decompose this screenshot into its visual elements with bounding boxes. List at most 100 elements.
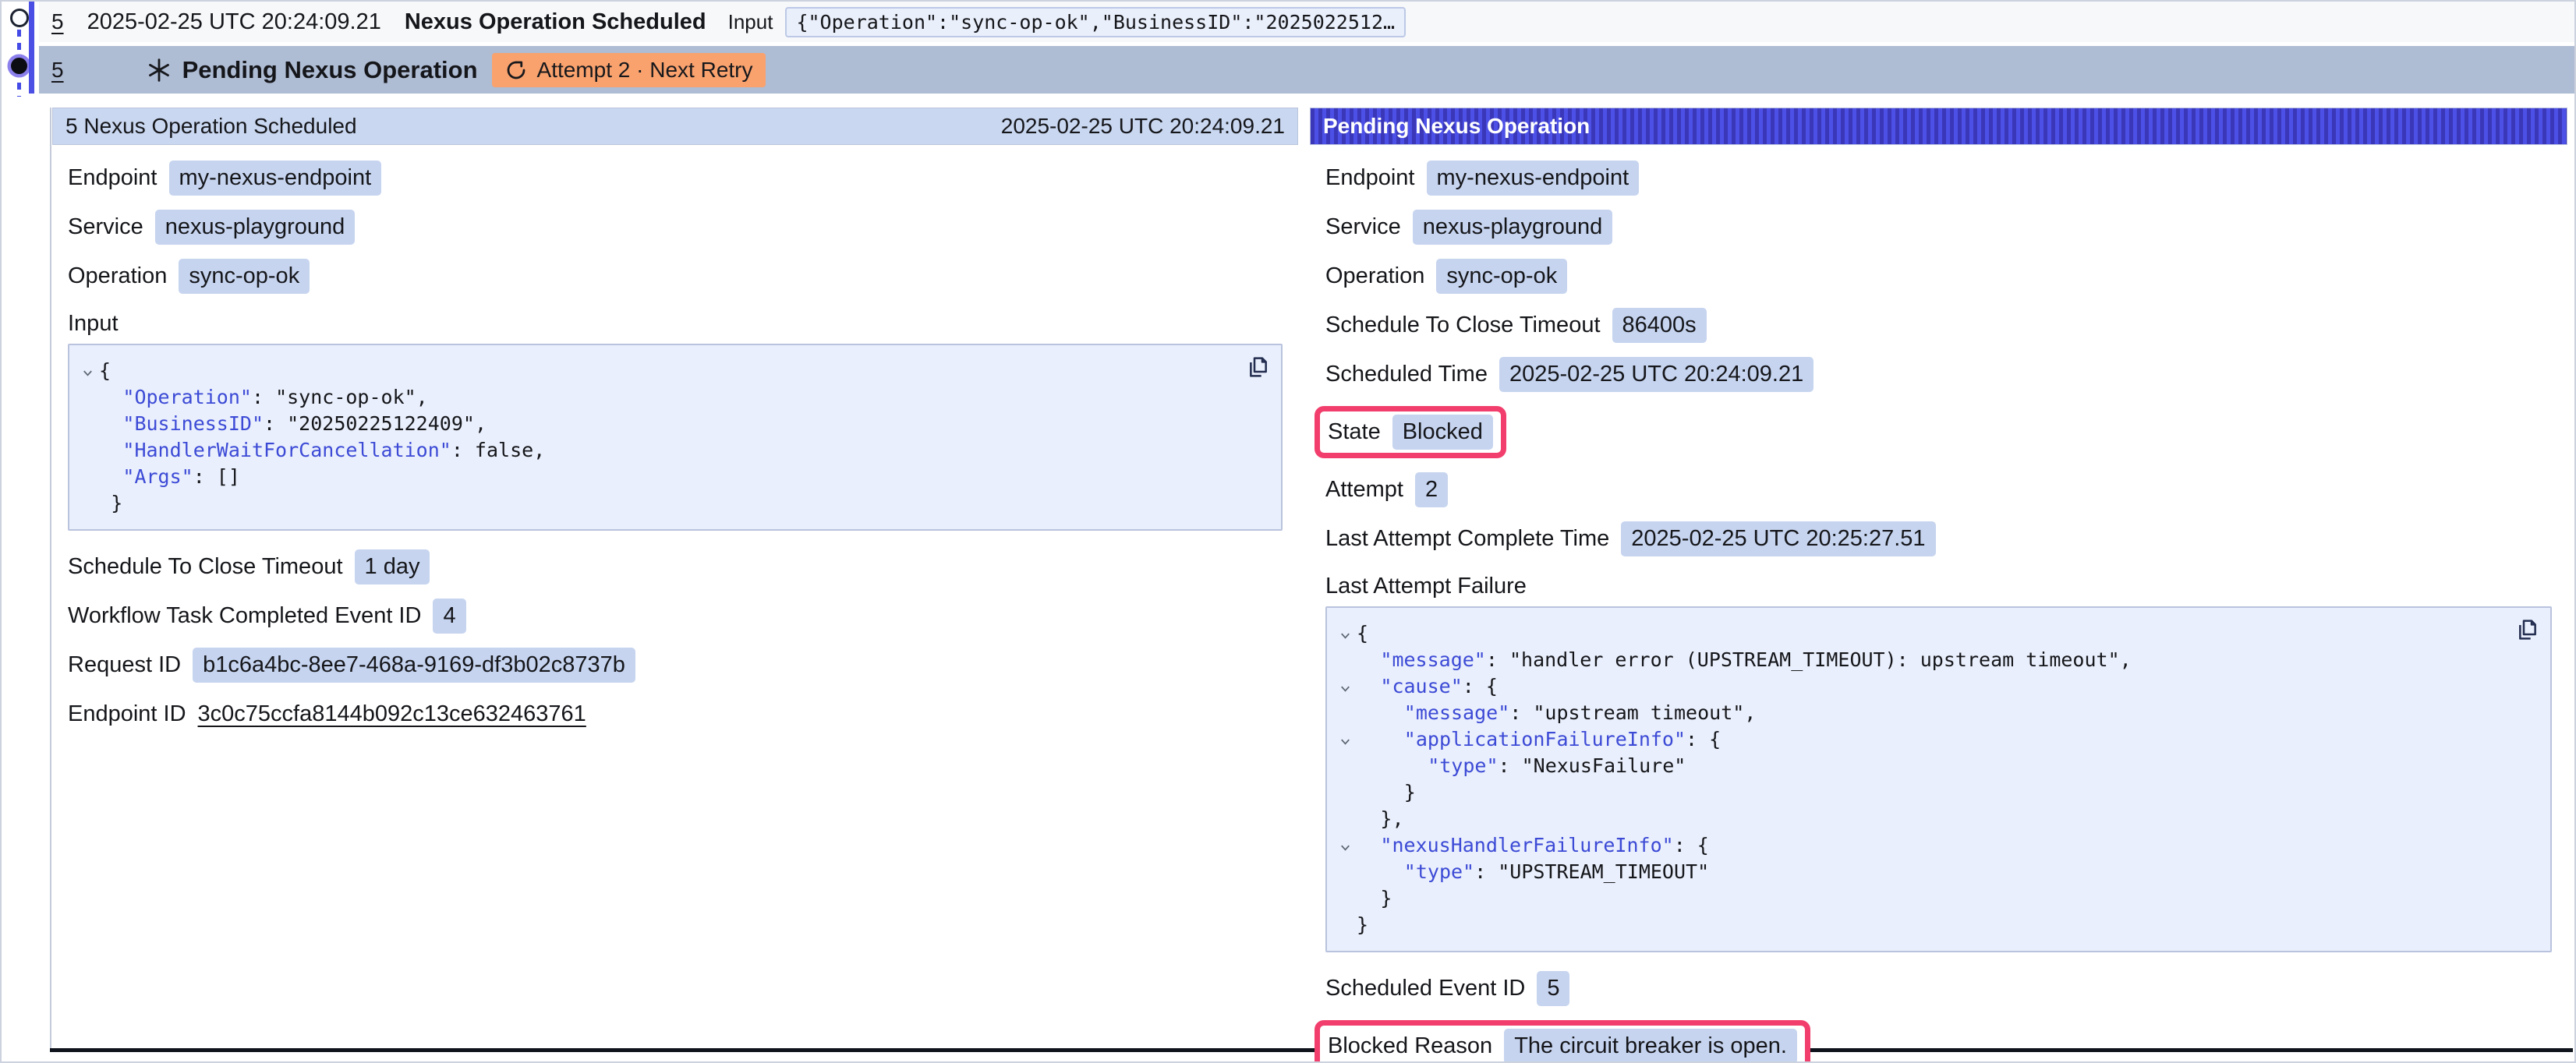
pending-panel-body: Endpointmy-nexus-endpoint Servicenexus-pl… [1310,145,2567,1063]
field-label: Endpoint ID [68,701,186,727]
collapse-chevron-icon[interactable] [1333,726,1357,753]
code-line: "BusinessID": "20250225122409", [76,411,1226,437]
collapse-chevron-icon[interactable] [1333,673,1357,700]
field-value-blocked-reason: The circuit breaker is open. [1504,1029,1797,1063]
field-label: Schedule To Close Timeout [1325,313,1601,338]
field-value-workflow-task-completed-event-id: 4 [433,599,465,634]
code-content: "HandlerWaitForCancellation": false, [99,437,545,464]
scheduled-panel-title: 5 Nexus Operation Scheduled [65,114,357,139]
code-content: "applicationFailureInfo": { [1357,726,1721,753]
field-row-endpoint: Endpointmy-nexus-endpoint [1325,161,2552,196]
field-label: Last Attempt Complete Time [1325,526,1609,552]
field-value-operation: sync-op-ok [1436,259,1567,294]
code-gutter [76,437,99,464]
code-line: } [76,490,1226,517]
collapse-chevron-icon[interactable] [1333,832,1357,859]
code-content: "BusinessID": "20250225122409", [99,411,487,437]
code-content: "message": "handler error (UPSTREAM_TIME… [1357,647,2132,673]
scheduled-event-panel: 5 Nexus Operation Scheduled 2025-02-25 U… [52,108,1298,1050]
field-row-workflow-task-completed-event-id: Workflow Task Completed Event ID 4 [68,599,1283,634]
code-gutter [1333,779,1357,806]
code-line: "type": "NexusFailure" [1333,753,2496,779]
code-content: "type": "UPSTREAM_TIMEOUT" [1357,859,1709,885]
event-input-label: Input [728,10,773,34]
field-label: Workflow Task Completed Event ID [68,603,421,629]
code-content: { [1357,620,1368,647]
code-line: } [1333,885,2496,912]
field-label: Schedule To Close Timeout [68,554,343,580]
field-row-input: Input [68,308,1283,339]
code-content: "Operation": "sync-op-ok", [99,384,428,411]
code-line: "message": "handler error (UPSTREAM_TIME… [1333,647,2496,673]
field-value-schedule-to-close-timeout: 86400s [1612,308,1707,343]
retry-icon [504,58,528,82]
field-value-scheduled-event-id: 5 [1537,971,1569,1006]
code-line: "Operation": "sync-op-ok", [76,384,1226,411]
pending-panel-title: Pending Nexus Operation [1323,114,1590,139]
field-value-last-attempt-complete-time: 2025-02-25 UTC 20:25:27.51 [1621,521,1935,556]
event-rows: 5 2025-02-25 UTC 20:24:09.21 Nexus Opera… [39,2,2574,94]
collapse-chevron-icon[interactable] [76,358,99,384]
field-row-service: Servicenexus-playground [1325,210,2552,245]
highlight-box-state: StateBlocked [1315,406,1506,458]
code-content: } [1357,912,1368,938]
field-value-endpoint-id[interactable]: 3c0c75ccfa8144b092c13ce632463761 [198,701,586,727]
event-id-link[interactable]: 5 [51,9,64,34]
field-value-schedule-to-close-timeout: 1 day [355,549,430,584]
code-content: } [1357,885,1392,912]
code-line: }, [1333,806,2496,832]
code-content: "nexusHandlerFailureInfo": { [1357,832,1709,859]
scheduled-panel-body: Endpointmy-nexus-endpointServicenexus-pl… [52,145,1298,731]
details-bottom-divider [50,1048,2573,1052]
input-json-block: {"Operation": "sync-op-ok","BusinessID":… [68,344,1283,531]
code-content: }, [1357,806,1404,832]
event-row-scheduled[interactable]: 5 2025-02-25 UTC 20:24:09.21 Nexus Opera… [39,2,2574,42]
field-value-endpoint: my-nexus-endpoint [1427,161,1640,196]
collapse-chevron-icon[interactable] [1333,620,1357,647]
field-label: Operation [68,263,167,289]
scheduled-panel-header: 5 Nexus Operation Scheduled 2025-02-25 U… [52,108,1298,145]
timeline-active-bar [29,2,34,94]
copy-icon[interactable] [2513,616,2541,644]
pending-panel-header: Pending Nexus Operation [1310,108,2567,145]
pending-operation-icon [147,58,172,83]
field-row-schedule-to-close-timeout: Schedule To Close Timeout 1 day [68,549,1283,584]
event-input-preview: {"Operation":"sync-op-ok","BusinessID":"… [785,7,1406,37]
field-row-endpoint: Endpoint my-nexus-endpoint [68,161,1283,196]
pending-operation-row[interactable]: 5 Pending Nexus Operation [39,46,2574,94]
retry-badge-label: Attempt 2 · Next Retry [537,58,753,83]
field-value-attempt: 2 [1415,472,1448,507]
field-label: Request ID [68,652,181,678]
event-details: 5 Nexus Operation Scheduled 2025-02-25 U… [50,108,2567,1050]
event-id-link[interactable]: 5 [51,58,64,83]
field-value-scheduled-time: 2025-02-25 UTC 20:24:09.21 [1499,357,1813,392]
field-row-operation: Operationsync-op-ok [68,259,1283,294]
field-label: Operation [1325,263,1424,289]
code-line: "Args": [] [76,464,1226,490]
field-row-scheduled-time: Scheduled Time 2025-02-25 UTC 20:24:09.21 [1325,357,2552,392]
code-gutter [1333,753,1357,779]
field-row-last-attempt-failure: Last Attempt Failure [1325,570,2552,602]
timeline-node-open-icon [10,9,29,27]
code-content: { [99,358,111,384]
event-timestamp: 2025-02-25 UTC 20:24:09.21 [87,9,381,35]
field-label: Blocked Reason [1328,1033,1492,1059]
code-content: } [1357,779,1416,806]
code-content: } [99,490,122,517]
code-gutter [76,411,99,437]
code-line: "message": "upstream timeout", [1333,700,2496,726]
field-row-endpoint-id: Endpoint ID 3c0c75ccfa8144b092c13ce632463… [68,697,1283,731]
code-content: "type": "NexusFailure" [1357,753,1686,779]
code-gutter [1333,912,1357,938]
copy-icon[interactable] [1244,353,1272,381]
field-label: Attempt [1325,477,1403,503]
field-label: Endpoint [68,165,157,191]
code-content: "Args": [] [99,464,240,490]
code-gutter [1333,859,1357,885]
field-value-endpoint: my-nexus-endpoint [169,161,382,196]
field-label: Scheduled Time [1325,362,1488,387]
retry-badge: Attempt 2 · Next Retry [492,53,766,87]
event-timeline [2,2,41,103]
code-gutter [1333,647,1357,673]
code-line: { [76,358,1226,384]
